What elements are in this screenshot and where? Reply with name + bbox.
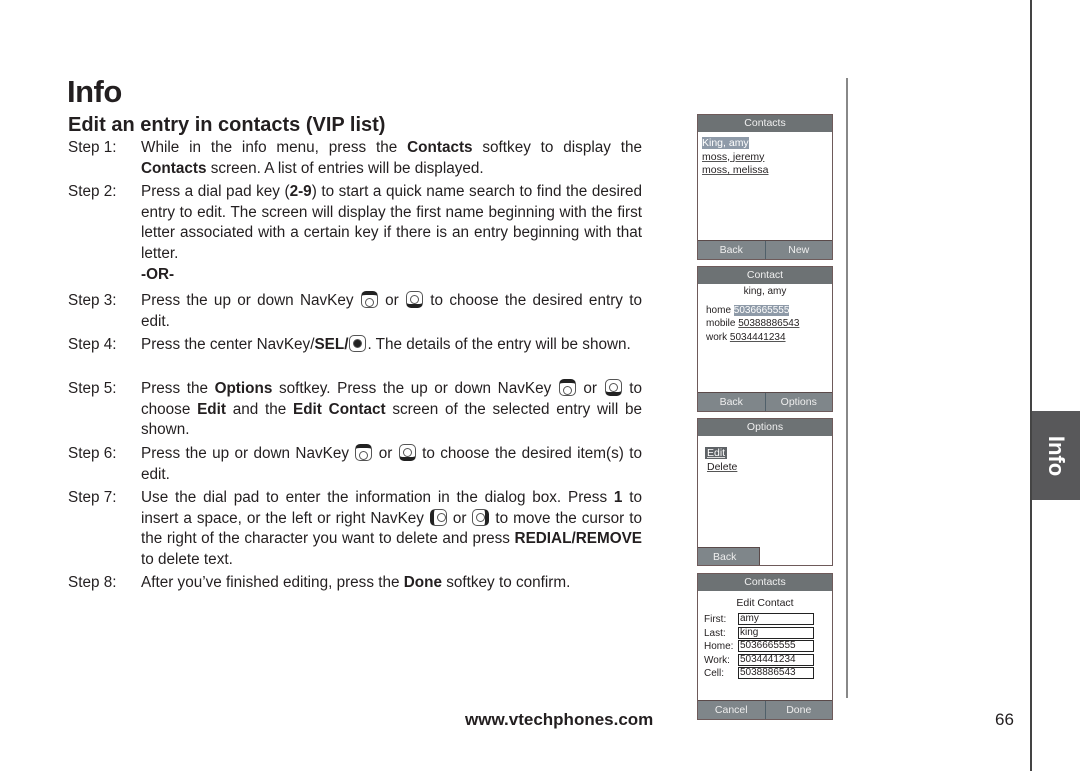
step-8: Step 8: After you’ve finished editing, p… (68, 573, 642, 595)
step-7: Step 7: Use the dial pad to enter the in… (68, 488, 642, 572)
field-first: First: amy (704, 613, 814, 626)
navkey-down-icon (398, 444, 416, 461)
step-text: Press a dial pad key (2-9) to start a qu… (141, 183, 642, 263)
navkey-select-icon (349, 335, 367, 352)
done-softkey[interactable]: Done (764, 701, 833, 719)
back-softkey[interactable]: Back (698, 547, 760, 565)
softkey-bar: Back (698, 547, 832, 565)
side-tab: Info (1032, 411, 1080, 500)
or-separator: -OR- (141, 266, 175, 283)
screen-header: Contact (698, 267, 832, 284)
step-number: Step 2: (68, 183, 117, 200)
navkey-right-icon (472, 508, 490, 526)
navkey-left-icon (429, 508, 447, 526)
field-home: Home: 5036665555 (704, 640, 814, 653)
step-text: Press the up or down NavKey or to choose… (141, 444, 642, 483)
step-2: Step 2: Press a dial pad key (2-9) to st… (68, 182, 642, 266)
navkey-up-icon (360, 291, 378, 308)
softkey-bar: Cancel Done (698, 700, 832, 719)
softkey-bar: Back Options (698, 392, 832, 411)
footer-url[interactable]: www.vtechphones.com (465, 710, 653, 730)
step-4: Step 4: Press the center NavKey/SEL/. Th… (68, 335, 642, 377)
contact-list-item[interactable]: moss, melissa (702, 164, 832, 178)
screen-header: Options (698, 419, 832, 436)
step-number: Step 7: (68, 489, 117, 506)
step-text: Press the up or down NavKey or to choose… (141, 291, 642, 330)
screen-header: Contacts (698, 574, 832, 591)
step-number: Step 5: (68, 380, 117, 397)
screen-header: Contacts (698, 115, 832, 132)
navkey-down-icon (604, 379, 622, 396)
contact-detail-screen: Contact king, amy home 5036665555 mobile… (697, 266, 833, 412)
edit-contact-subtitle: Edit Contact (736, 597, 794, 609)
step-5: Step 5: Press the Options softkey. Press… (68, 379, 642, 441)
step-number: Step 3: (68, 292, 117, 309)
contact-number-work[interactable]: work 5034441234 (706, 331, 832, 345)
step-text: Press the Options softkey. Press the up … (141, 379, 642, 439)
step-text: After you’ve finished editing, press the… (141, 574, 571, 591)
section-title: Info (67, 74, 122, 109)
last-name-input[interactable]: king (738, 626, 814, 639)
step-text: Press the center NavKey/SEL/. The detail… (141, 335, 631, 353)
first-name-input[interactable]: amy (738, 613, 814, 625)
edit-contact-screen: Contacts Edit Contact First: amy Last: kin… (697, 573, 833, 720)
softkey-bar: Back New (698, 240, 832, 259)
step-number: Step 1: (68, 139, 117, 156)
step-6: Step 6: Press the up or down NavKey or t… (68, 444, 642, 486)
field-work: Work: 5034441234 (704, 653, 814, 667)
field-last: Last: king (704, 626, 814, 640)
step-text: While in the info menu, press the Contac… (141, 139, 642, 177)
options-screen: Options Edit Delete Back (697, 418, 833, 566)
cancel-softkey[interactable]: Cancel (698, 701, 765, 719)
page-edge-divider (1030, 0, 1032, 771)
option-delete[interactable]: Delete (705, 460, 832, 474)
back-softkey[interactable]: Back (698, 241, 765, 259)
navkey-up-icon (355, 444, 373, 461)
navkey-up-icon (558, 379, 576, 396)
work-number-input[interactable]: 5034441234 (738, 653, 814, 666)
home-number-input[interactable]: 5036665555 (738, 640, 814, 652)
cell-number-input[interactable]: 5038886543 (738, 667, 814, 679)
new-softkey[interactable]: New (764, 241, 833, 259)
field-cell: Cell: 5038886543 (704, 667, 814, 680)
contact-list-item[interactable]: King, amy (702, 137, 832, 151)
side-tab-label: Info (1044, 435, 1069, 476)
subsection-title: Edit an entry in contacts (VIP list) (68, 114, 386, 136)
contact-name: king, amy (743, 286, 787, 297)
options-softkey[interactable]: Options (764, 393, 833, 411)
page-number: 66 (995, 710, 1014, 729)
step-number: Step 6: (68, 445, 117, 462)
column-divider (846, 78, 848, 698)
back-softkey[interactable]: Back (698, 393, 765, 411)
contact-list-item[interactable]: moss, jeremy (702, 151, 832, 165)
contacts-list-screen: Contacts King, amy moss, jeremy moss, me… (697, 114, 833, 260)
step-1: Step 1: While in the info menu, press th… (68, 138, 642, 180)
navkey-down-icon (406, 291, 423, 308)
option-edit[interactable]: Edit (705, 446, 832, 460)
step-3: Step 3: Press the up or down NavKey or t… (68, 291, 642, 333)
contact-number-mobile[interactable]: mobile 50388886543 (706, 317, 832, 331)
step-number: Step 4: (68, 336, 117, 353)
step-text: Use the dial pad to enter the informatio… (141, 489, 642, 569)
contact-number-home[interactable]: home 5036665555 (706, 304, 832, 318)
step-number: Step 8: (68, 574, 117, 591)
